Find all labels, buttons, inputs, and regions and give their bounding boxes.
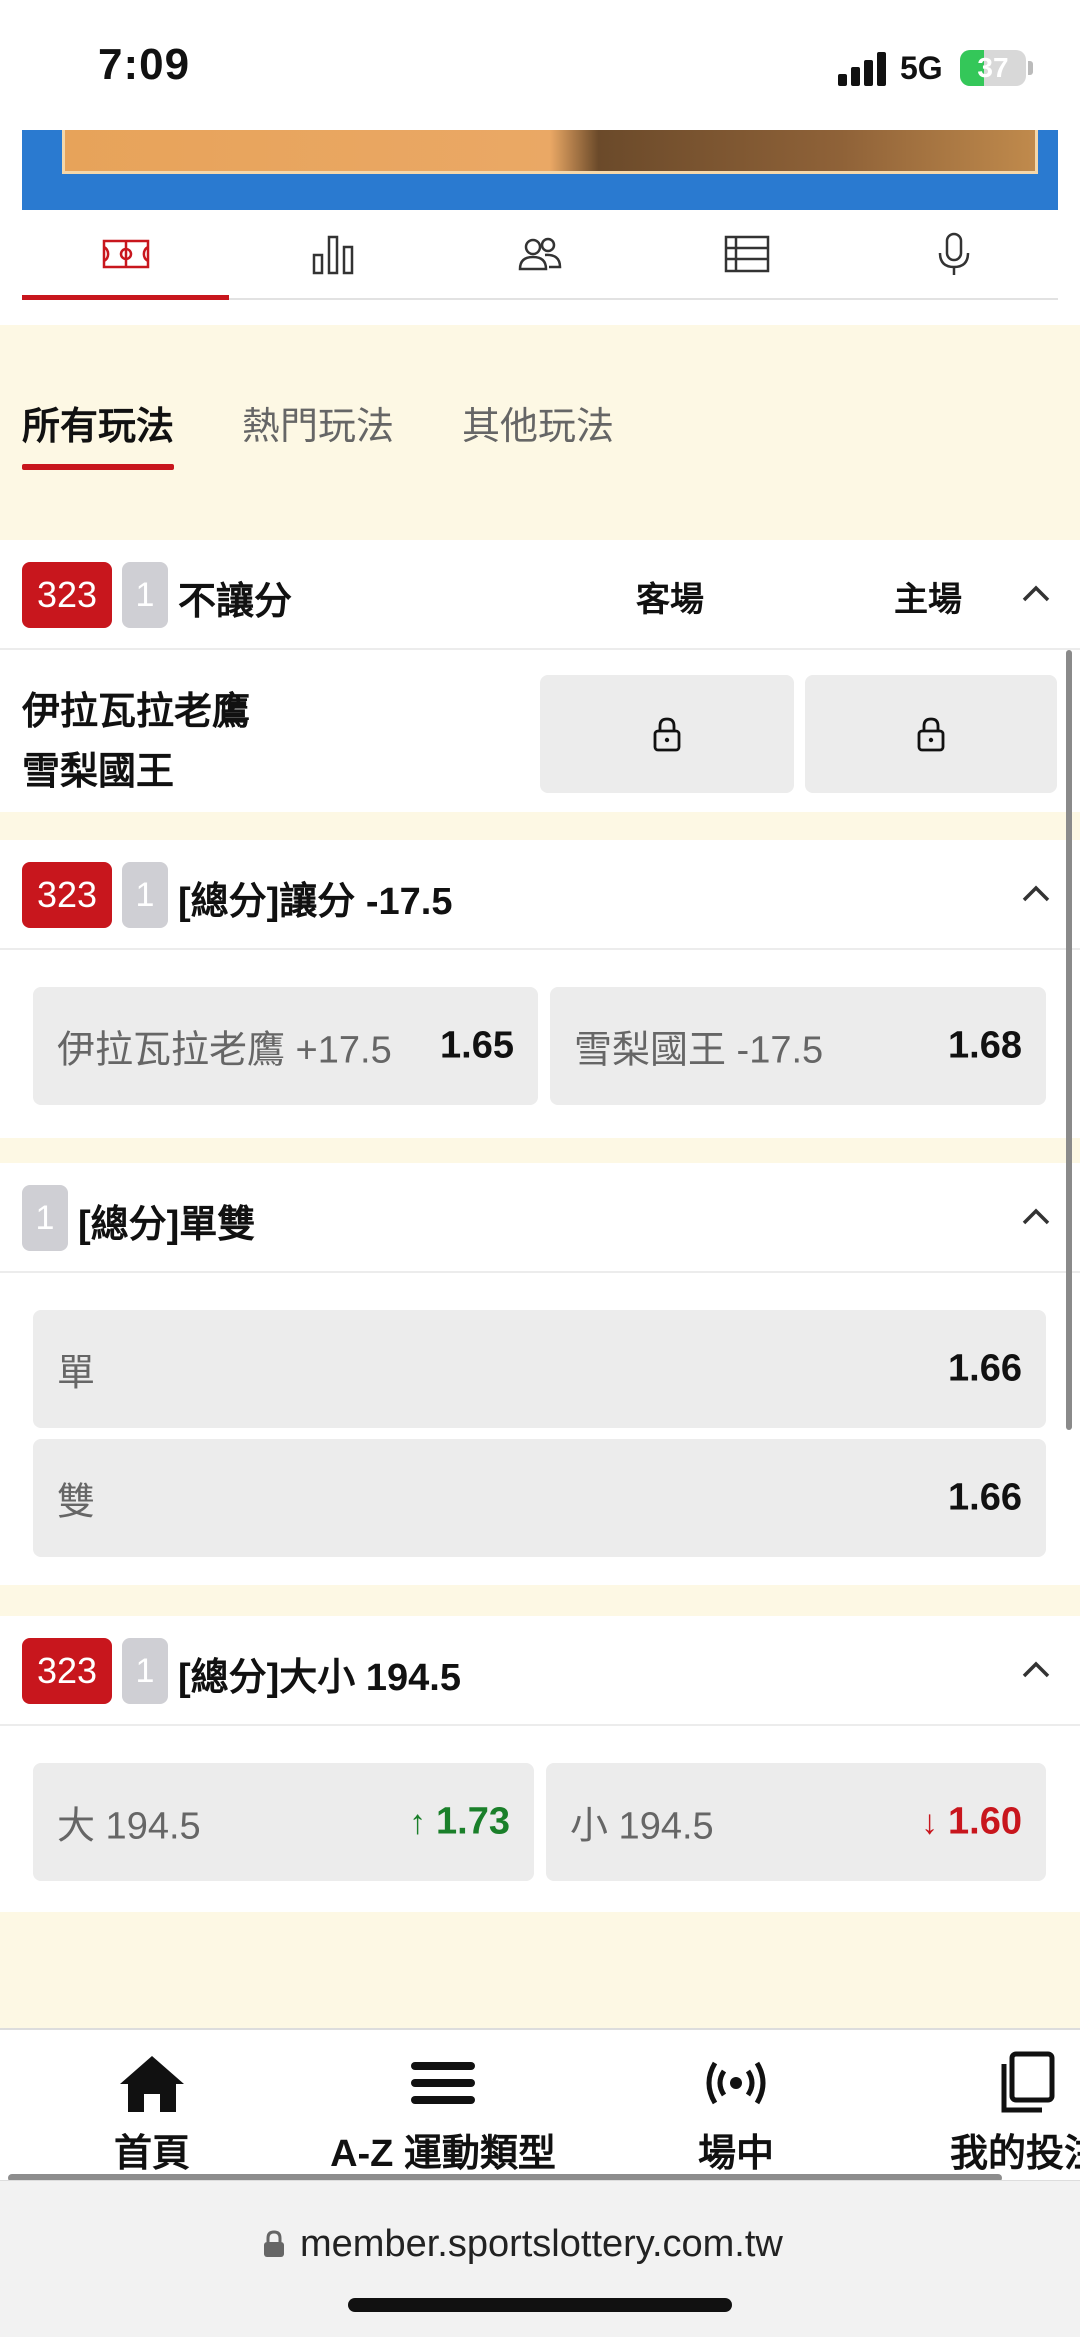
nav-label: 我的投注 bbox=[950, 2133, 1080, 2175]
odds-label: 雪梨國王 -17.5 bbox=[574, 1029, 824, 1072]
market-num-badge: 1 bbox=[122, 1638, 168, 1704]
market-header[interactable]: 323 1 [總分]大小 194.5 bbox=[0, 1616, 1080, 1726]
tab-list[interactable] bbox=[644, 210, 851, 298]
tab-commentary[interactable] bbox=[851, 210, 1058, 298]
odds-value: 1.65 bbox=[440, 1024, 514, 1067]
nav-home[interactable]: 首頁 bbox=[100, 2050, 204, 2177]
odds-button[interactable]: 大 194.5 ↑ 1.73 bbox=[33, 1763, 534, 1881]
home-icon bbox=[120, 2056, 184, 2112]
market-moneyline: 323 1 不讓分 客場 主場 伊拉瓦拉老鷹 雪梨國王 bbox=[0, 540, 1080, 812]
odds-button[interactable]: 雪梨國王 -17.5 1.68 bbox=[550, 987, 1046, 1105]
event-code-badge: 323 bbox=[22, 1638, 112, 1704]
arrow-up-icon: ↑ bbox=[409, 1803, 427, 1842]
event-code-badge: 323 bbox=[22, 862, 112, 928]
network-type: 5G bbox=[900, 50, 943, 86]
nav-sports-az[interactable]: A-Z 運動類型 bbox=[328, 2050, 558, 2177]
stats-icon bbox=[312, 235, 354, 275]
chevron-up-icon[interactable] bbox=[1018, 876, 1054, 912]
nav-label: 場中 bbox=[697, 2133, 774, 2175]
tab-other-plays[interactable]: 其他玩法 bbox=[462, 395, 614, 470]
lock-icon bbox=[653, 717, 681, 752]
battery-tip bbox=[1028, 61, 1033, 75]
nav-label: A-Z 運動類型 bbox=[330, 2133, 556, 2175]
market-spread: 323 1 [總分]讓分 -17.5 伊拉瓦拉老鷹 +17.5 1.65 雪梨國… bbox=[0, 840, 1080, 1138]
market-title: [總分]單雙 bbox=[78, 1204, 256, 1246]
scrollbar[interactable] bbox=[1066, 650, 1072, 1430]
players-icon bbox=[518, 237, 562, 271]
tab-all-plays[interactable]: 所有玩法 bbox=[22, 395, 175, 470]
copy-icon bbox=[1001, 2051, 1055, 2113]
market-header[interactable]: 323 1 不讓分 客場 主場 bbox=[0, 540, 1080, 650]
odds-value: ↓ 1.60 bbox=[921, 1801, 1022, 1844]
market-num-badge: 1 bbox=[122, 862, 168, 928]
court-banner bbox=[22, 130, 1058, 210]
home-column-label: 主場 bbox=[894, 581, 962, 619]
battery-level: 37 bbox=[977, 52, 1009, 83]
chevron-up-icon[interactable] bbox=[1018, 1652, 1054, 1688]
market-odd-even: 1 [總分]單雙 單 1.66 雙 1.66 bbox=[0, 1163, 1080, 1585]
arrow-down-icon: ↓ bbox=[921, 1803, 939, 1842]
team-home-name: 雪梨國王 bbox=[22, 751, 175, 793]
market-total: 323 1 [總分]大小 194.5 大 194.5 ↑ 1.73 小 194.5… bbox=[0, 1616, 1080, 1912]
bottom-navigation: 首頁 A-Z 運動類型 場中 我的投注 bbox=[0, 2028, 1080, 2178]
chevron-up-icon[interactable] bbox=[1018, 576, 1054, 612]
odds-button[interactable]: 小 194.5 ↓ 1.60 bbox=[546, 1763, 1046, 1881]
odds-label: 大 194.5 bbox=[57, 1805, 201, 1848]
odds-number: 1.73 bbox=[436, 1800, 510, 1843]
court-icon bbox=[102, 239, 149, 269]
odds-label: 小 194.5 bbox=[570, 1805, 714, 1848]
team-away-name: 伊拉瓦拉老鷹 bbox=[22, 691, 251, 733]
market-header[interactable]: 1 [總分]單雙 bbox=[0, 1163, 1080, 1273]
nav-my-bets[interactable]: 我的投注 bbox=[950, 2050, 1080, 2177]
tab-players[interactable] bbox=[436, 210, 643, 298]
live-icon bbox=[706, 2061, 766, 2105]
odds-label: 單 bbox=[57, 1352, 96, 1395]
tab-hot-plays[interactable]: 熱門玩法 bbox=[242, 395, 394, 470]
market-title: [總分]大小 194.5 bbox=[178, 1657, 461, 1699]
market-header[interactable]: 323 1 [總分]讓分 -17.5 bbox=[0, 840, 1080, 950]
tab-court[interactable] bbox=[22, 210, 230, 300]
lock-icon bbox=[264, 2230, 284, 2257]
market-title: [總分]讓分 -17.5 bbox=[178, 881, 453, 923]
court-floor bbox=[62, 130, 1038, 174]
microphone-icon bbox=[939, 232, 970, 275]
away-odds-locked[interactable] bbox=[540, 675, 794, 793]
lock-icon bbox=[917, 717, 945, 752]
odds-label: 伊拉瓦拉老鷹 +17.5 bbox=[57, 1029, 392, 1072]
odds-button[interactable]: 雙 1.66 bbox=[33, 1439, 1046, 1557]
url-text: member.sportslottery.com.tw bbox=[300, 2223, 783, 2265]
event-code-badge: 323 bbox=[22, 562, 112, 628]
odds-button[interactable]: 伊拉瓦拉老鷹 +17.5 1.65 bbox=[33, 987, 538, 1105]
market-num-badge: 1 bbox=[22, 1185, 68, 1251]
status-time: 7:09 bbox=[98, 40, 191, 89]
odds-value: 1.66 bbox=[948, 1476, 1022, 1519]
market-title: 不讓分 bbox=[178, 581, 293, 623]
list-icon bbox=[724, 235, 770, 273]
nav-live[interactable]: 場中 bbox=[684, 2050, 788, 2177]
odds-button[interactable]: 單 1.66 bbox=[33, 1310, 1046, 1428]
odds-value: ↑ 1.73 bbox=[409, 1801, 510, 1844]
tab-stats[interactable] bbox=[229, 210, 436, 298]
away-column-label: 客場 bbox=[636, 581, 704, 619]
home-odds-locked[interactable] bbox=[805, 675, 1057, 793]
odds-value: 1.68 bbox=[948, 1024, 1022, 1067]
status-bar: 7:09 5G 37 bbox=[0, 0, 1080, 130]
nav-label: 首頁 bbox=[113, 2133, 190, 2175]
menu-icon bbox=[411, 2062, 475, 2104]
odds-number: 1.60 bbox=[948, 1800, 1022, 1843]
odds-value: 1.66 bbox=[948, 1347, 1022, 1390]
signal-icon bbox=[838, 52, 888, 86]
battery-icon: 37 bbox=[960, 50, 1026, 86]
market-num-badge: 1 bbox=[122, 562, 168, 628]
chevron-up-icon[interactable] bbox=[1018, 1199, 1054, 1235]
match-icon-tabs bbox=[22, 210, 1058, 300]
odds-label: 雙 bbox=[57, 1481, 96, 1524]
play-type-tabs: 所有玩法 熱門玩法 其他玩法 bbox=[22, 395, 614, 470]
home-indicator[interactable] bbox=[348, 2298, 732, 2312]
browser-url-bar[interactable]: member.sportslottery.com.tw bbox=[0, 2180, 1080, 2337]
